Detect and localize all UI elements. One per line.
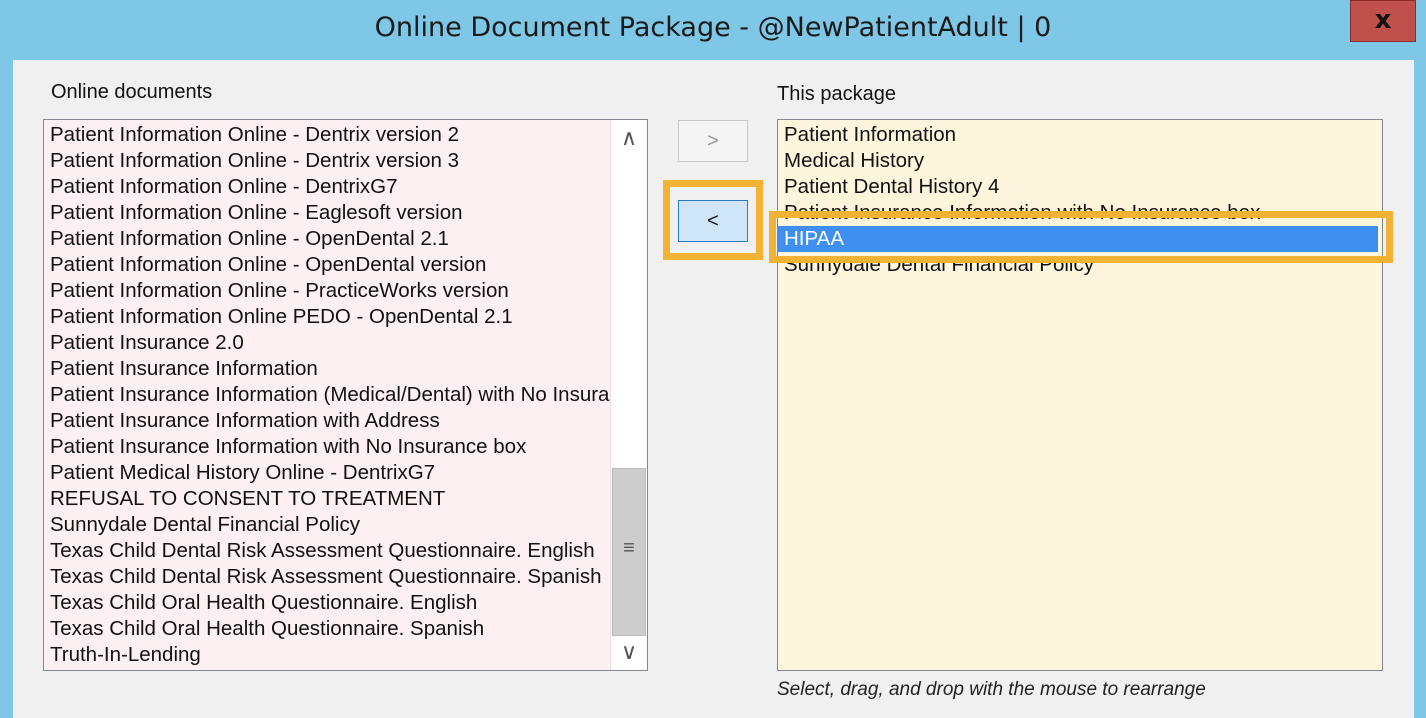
add-to-package-button[interactable]: > <box>678 120 748 162</box>
list-item[interactable]: Patient Insurance Information (Medical/D… <box>44 382 610 408</box>
window-title: Online Document Package - @NewPatientAdu… <box>374 12 1052 43</box>
list-item[interactable]: Patient Information Online - DentrixG7 <box>44 174 610 200</box>
list-item[interactable]: Patient Information Online - Eaglesoft v… <box>44 200 610 226</box>
list-item[interactable]: Patient Insurance Information with Addre… <box>44 408 610 434</box>
dialog-body: Online documents This package Patient In… <box>13 60 1414 718</box>
list-item[interactable]: Patient Information Online - OpenDental … <box>44 252 610 278</box>
list-item[interactable]: Truth-In-Lending <box>44 642 610 668</box>
list-item[interactable]: Sunnydale Dental Financial Policy <box>44 512 610 538</box>
title-bar: Online Document Package - @NewPatientAdu… <box>0 0 1426 60</box>
grip-icon: ≡ <box>623 537 635 559</box>
list-item[interactable]: Patient Information Online - PracticeWor… <box>44 278 610 304</box>
scroll-thumb[interactable]: ≡ <box>612 468 646 636</box>
scroll-down-icon[interactable]: ∨ <box>611 634 647 670</box>
online-documents-label: Online documents <box>51 81 213 103</box>
online-documents-list[interactable]: Patient Information Online - Dentrix ver… <box>43 119 648 671</box>
list-item[interactable]: Texas Child Dental Risk Assessment Quest… <box>44 564 610 590</box>
list-item[interactable]: Medical History <box>778 148 1378 174</box>
list-item[interactable]: Texas Child Oral Health Questionnaire. E… <box>44 590 610 616</box>
online-documents-items: Patient Information Online - Dentrix ver… <box>44 122 610 668</box>
list-item[interactable]: Patient Medical History Online - Dentrix… <box>44 460 610 486</box>
list-item[interactable]: Texas Child Oral Health Questionnaire. S… <box>44 616 610 642</box>
list-item[interactable]: Patient Insurance Information <box>44 356 610 382</box>
highlight-remove-button <box>663 180 763 260</box>
list-item[interactable]: Patient Information <box>778 122 1378 148</box>
list-item[interactable]: Patient Information Online - Dentrix ver… <box>44 148 610 174</box>
this-package-label: This package <box>777 83 896 105</box>
scroll-up-icon[interactable]: ∧ <box>611 120 647 156</box>
close-button[interactable]: x <box>1350 0 1416 42</box>
vertical-scrollbar[interactable]: ∧ ≡ ∨ <box>610 120 647 670</box>
highlight-selected-item <box>769 211 1393 263</box>
list-item[interactable]: Patient Insurance Information with No In… <box>44 434 610 460</box>
this-package-list[interactable]: Patient Information Medical History Patien… <box>777 119 1383 671</box>
rearrange-hint: Select, drag, and drop with the mouse to… <box>777 679 1206 700</box>
list-item[interactable]: Patient Insurance 2.0 <box>44 330 610 356</box>
list-item[interactable]: Patient Information Online PEDO - OpenDe… <box>44 304 610 330</box>
list-item[interactable]: Patient Information Online - OpenDental … <box>44 226 610 252</box>
list-item[interactable]: Texas Child Dental Risk Assessment Quest… <box>44 538 610 564</box>
list-item[interactable]: Patient Dental History 4 <box>778 174 1378 200</box>
list-item[interactable]: REFUSAL TO CONSENT TO TREATMENT <box>44 486 610 512</box>
list-item[interactable]: Patient Information Online - Dentrix ver… <box>44 122 610 148</box>
